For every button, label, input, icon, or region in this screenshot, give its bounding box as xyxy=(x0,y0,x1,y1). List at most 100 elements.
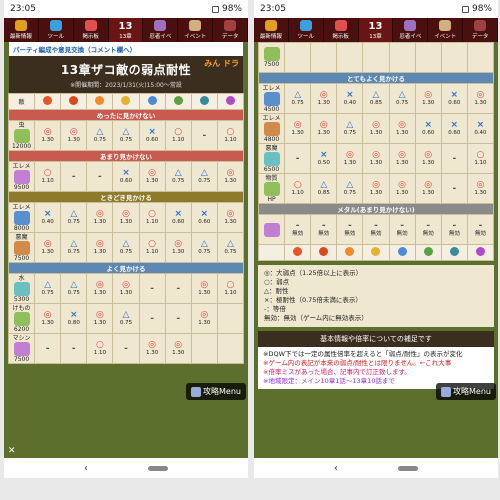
resistance-symbol: ○ xyxy=(293,180,302,190)
status-time: 23:05 xyxy=(260,4,286,14)
menu-button[interactable]: 攻略Menu xyxy=(186,383,246,400)
nav-item[interactable]: 掲示板 xyxy=(74,18,109,42)
value-cell: ◎ 1.30 xyxy=(216,202,245,233)
resistance-value: 無効 xyxy=(344,231,356,237)
party-comment-link[interactable]: パーティ編成や意見交換（コメント欄へ） xyxy=(9,42,243,56)
resistance-value: 1.10 xyxy=(93,350,106,356)
resistance-symbol: - xyxy=(71,343,76,354)
resistance-value: 1.30 xyxy=(41,320,54,326)
resistance-symbol: ◎ xyxy=(148,340,157,350)
monster-cell[interactable]: エレメ 8000 xyxy=(7,202,36,233)
element-icon xyxy=(173,96,183,105)
value-cell xyxy=(466,42,495,73)
table-row: 水 5300 △ 0.75 △ 0.75 ◎ 1.30 ◎ 1.30- - ◎ 1.30 ○ 1.10 xyxy=(7,273,245,304)
nav-item[interactable]: ツール xyxy=(289,18,324,42)
nav-item[interactable]: イベント xyxy=(178,18,214,42)
nav-item[interactable]: 忍者イベ xyxy=(393,18,429,42)
resistance-symbol: ◎ xyxy=(293,120,302,130)
value-cell: △ 0.85 xyxy=(362,83,390,114)
value-cell: △ 0.75 xyxy=(112,232,140,263)
value-cell: × 0.60 xyxy=(112,161,140,192)
resistance-value: 1.30 xyxy=(474,190,487,196)
element-icon xyxy=(147,96,157,105)
nav-item[interactable]: ツール xyxy=(39,18,74,42)
monster-type: マシン xyxy=(12,334,31,342)
monster-cell[interactable] xyxy=(257,214,286,245)
value-cell: - xyxy=(164,303,192,334)
resistance-value: 0.75 xyxy=(119,320,133,326)
right-phone-screen: 23:05 98% 最新情報 ツール 掲示板 13 13章 忍者イベ イベント データ 750… xyxy=(254,0,498,478)
nav-item[interactable]: データ xyxy=(213,18,248,42)
monster-cell[interactable]: 水 5300 xyxy=(7,273,36,304)
value-cell: - xyxy=(86,161,114,192)
resistance-value: 1.30 xyxy=(172,350,185,356)
monster-cell[interactable]: けもの 6200 xyxy=(7,303,36,334)
monster-cell[interactable]: マシン 7500 xyxy=(7,333,36,364)
resistance-symbol: ○ xyxy=(43,168,52,178)
resistance-symbol: ○ xyxy=(476,150,485,160)
monster-hp: 12000 xyxy=(12,142,32,150)
resistance-symbol: ◎ xyxy=(226,209,235,219)
value-cell: △ 0.75 xyxy=(336,113,364,144)
resistance-symbol: - xyxy=(150,283,154,294)
value-cell: × 0.60 xyxy=(440,113,468,144)
resistance-value: 1.30 xyxy=(93,290,106,296)
nav-item[interactable]: 掲示板 xyxy=(324,18,359,42)
resistance-symbol: × xyxy=(476,120,485,130)
resistance-value: 1.30 xyxy=(198,290,211,296)
resistance-value: 1.30 xyxy=(93,249,106,255)
section-header: ときどき見かける xyxy=(8,191,244,203)
home-icon[interactable] xyxy=(398,465,418,471)
value-cell: ◎ 1.30 xyxy=(112,202,140,233)
resistance-symbol: ◎ xyxy=(174,239,183,249)
value-cell xyxy=(216,333,245,364)
value-cell xyxy=(414,42,442,73)
value-cell: × 0.40 xyxy=(466,113,495,144)
element-icon xyxy=(319,247,329,256)
value-cell: ◎ 1.30 xyxy=(86,273,114,304)
resistance-symbol: ◎ xyxy=(476,90,485,100)
monster-cell[interactable]: 7500 xyxy=(257,42,286,73)
monster-cell[interactable]: 悪魔 6500 xyxy=(257,143,286,174)
menu-button[interactable]: 攻略Menu xyxy=(436,383,496,400)
header-label xyxy=(257,244,286,261)
note-item: ※ゲーム内の表記が本来の弱点/耐性とは限りません。←これ大事 xyxy=(263,359,452,367)
nav-item[interactable]: 忍者イベ xyxy=(143,18,179,42)
monster-cell[interactable]: 物質 HP xyxy=(257,173,286,204)
status-bar: 23:05 98% xyxy=(4,0,248,18)
close-icon[interactable]: ✕ xyxy=(8,446,16,456)
nav-item[interactable]: イベント xyxy=(428,18,464,42)
legend-item: ◎：大弱点（1.25倍以上に表示） xyxy=(264,269,363,277)
left-phone-screen: 23:05 98% 最新情報 ツール 掲示板 13 13章 忍者イベ イベント データ パーテ… xyxy=(4,0,248,478)
nav-item[interactable]: データ xyxy=(463,18,498,42)
monster-cell[interactable]: エレメ 4800 xyxy=(257,113,286,144)
resistance-symbol: ◎ xyxy=(398,120,407,130)
value-cell xyxy=(336,42,364,73)
back-icon[interactable]: ‹ xyxy=(84,463,88,474)
table-row: マシン 7500- - ○ 1.10- ◎ 1.30 ◎ 1.30 xyxy=(7,333,245,364)
nav-item[interactable]: 13 13章 xyxy=(358,18,394,42)
nav-item[interactable]: 最新情報 xyxy=(4,18,39,42)
nav-label: イベント xyxy=(184,34,207,40)
nav-item[interactable]: 最新情報 xyxy=(254,18,289,42)
resistance-symbol: ◎ xyxy=(319,120,328,130)
resistance-symbol: - xyxy=(150,313,154,324)
resistance-value: 0.75 xyxy=(291,100,304,106)
back-icon[interactable]: ‹ xyxy=(334,463,338,474)
section-label: ときどき見かける xyxy=(8,191,244,203)
monster-cell[interactable]: 虫 12000 xyxy=(7,120,36,151)
home-icon[interactable] xyxy=(148,465,168,471)
element-icon xyxy=(95,96,105,105)
resistance-value: 0.60 xyxy=(119,178,133,184)
value-cell: ◎ 1.30 xyxy=(190,273,218,304)
element-cell xyxy=(414,244,442,261)
resistance-symbol: × xyxy=(43,209,52,219)
monster-cell[interactable]: エレメ 4500 xyxy=(257,83,286,114)
monster-hp: 7500 xyxy=(13,254,30,262)
resistance-symbol: ◎ xyxy=(148,168,157,178)
monster-cell[interactable]: エレメ 9500 xyxy=(7,161,36,192)
nav-item[interactable]: 13 13章 xyxy=(108,18,144,42)
monster-cell[interactable]: 悪魔 7500 xyxy=(7,232,36,263)
note-item: ※DQW下では一定の属性倍率を超えると「弱点/耐性」の表示が変化 xyxy=(263,350,463,358)
monster-image xyxy=(13,169,30,184)
